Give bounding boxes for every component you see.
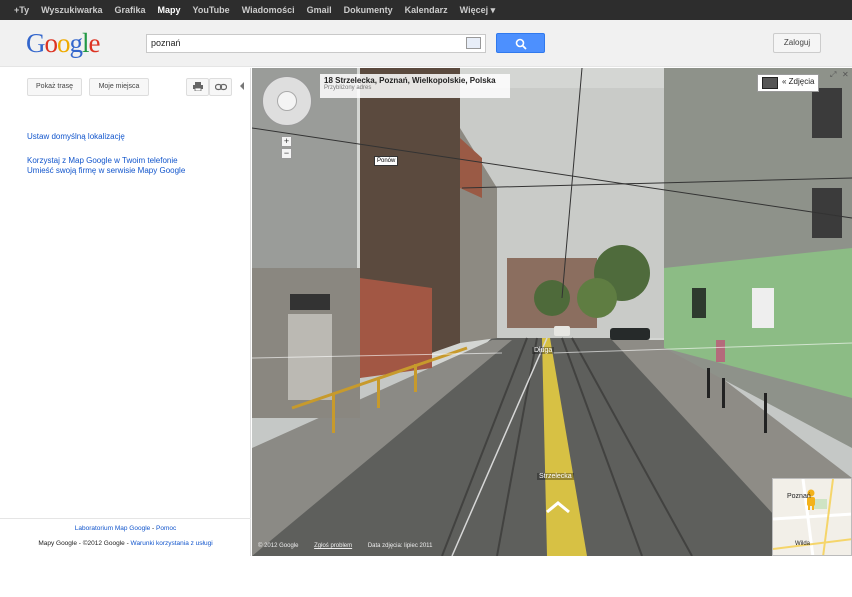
search-button[interactable] xyxy=(496,33,545,53)
street-label-near[interactable]: Strzelecka xyxy=(537,473,574,480)
google-logo[interactable]: Google xyxy=(26,28,100,59)
link-button[interactable] xyxy=(209,78,232,96)
logo-letter: o xyxy=(57,28,70,58)
top-nav-item[interactable]: Kalendarz xyxy=(405,5,448,15)
move-forward-arrow-icon[interactable] xyxy=(545,500,571,514)
photos-label: « Zdjęcia xyxy=(782,77,815,86)
copyright-text: © 2012 Google xyxy=(258,543,299,549)
panel-footer: Laboratorium Map Google - Pomoc Mapy Goo… xyxy=(0,518,251,547)
zoom-in-button[interactable]: + xyxy=(281,136,292,147)
mini-map-city-label: Poznań xyxy=(787,493,811,500)
search-input[interactable]: poznań xyxy=(146,34,486,53)
expand-icon[interactable]: ⤢ xyxy=(830,70,836,80)
photos-icon xyxy=(762,77,778,89)
print-icon xyxy=(192,82,203,92)
directions-button[interactable]: Pokaż trasę xyxy=(27,78,82,96)
print-button[interactable] xyxy=(186,78,209,96)
search-icon xyxy=(515,38,527,50)
street-view-panorama[interactable] xyxy=(252,68,852,556)
copyright-text: Mapy Google - ©2012 Google xyxy=(38,540,125,547)
top-nav-item[interactable]: Dokumenty xyxy=(344,5,393,15)
set-default-location-link[interactable]: Ustaw domyślną lokalizację xyxy=(27,132,125,141)
street-view-footer: © 2012 Google Zgłoś problem Data zdjęcia… xyxy=(258,543,446,549)
keyboard-icon[interactable] xyxy=(466,37,481,49)
lab-link[interactable]: Laboratorium Map Google xyxy=(75,525,151,532)
mobile-maps-link[interactable]: Korzystaj z Map Google w Twoim telefonie xyxy=(27,156,178,165)
header: Google poznań Zaloguj xyxy=(0,20,852,67)
left-panel: Pokaż trasę Moje miejsca Ustaw domyślną … xyxy=(0,68,251,556)
address-box: 18 Strzelecka, Poznań, Wielkopolskie, Po… xyxy=(320,74,510,98)
link-icon xyxy=(214,83,227,91)
help-link[interactable]: Pomoc xyxy=(156,525,176,532)
terms-link[interactable]: Warunki korzystania z usługi xyxy=(131,540,213,547)
image-date-text: Data zdjęcia: lipiec 2011 xyxy=(367,543,433,549)
logo-letter: G xyxy=(26,28,45,58)
add-business-link[interactable]: Umieść swoją firmę w serwisie Mapy Googl… xyxy=(27,166,185,175)
logo-letter: o xyxy=(44,28,58,58)
zoom-out-button[interactable]: − xyxy=(281,148,292,159)
report-problem-link[interactable]: Zgłoś problem xyxy=(314,543,352,549)
top-nav-item[interactable]: Wiadomości xyxy=(242,5,295,15)
login-button[interactable]: Zaloguj xyxy=(773,33,821,53)
street-view[interactable]: + − 18 Strzelecka, Poznań, Wielkopolskie… xyxy=(252,68,852,556)
logo-letter: g xyxy=(69,28,83,58)
pan-control[interactable] xyxy=(262,76,312,126)
top-nav-item[interactable]: +Ty xyxy=(14,5,29,15)
top-nav-item[interactable]: Grafika xyxy=(114,5,145,15)
collapse-panel-arrow[interactable] xyxy=(240,82,244,90)
top-nav-item[interactable]: Wyszukiwarka xyxy=(41,5,102,15)
top-nav-item[interactable]: Mapy xyxy=(158,5,181,15)
street-label-far[interactable]: Długa xyxy=(532,347,555,354)
mini-map-district-label: Wilda xyxy=(795,541,811,547)
address-subtext: Przybliżony adres xyxy=(324,85,372,91)
top-nav-item[interactable]: Więcej ▾ xyxy=(460,5,495,16)
top-nav-item[interactable]: YouTube xyxy=(193,5,230,15)
pan-control-center[interactable] xyxy=(277,91,297,111)
close-icon[interactable]: ✕ xyxy=(842,70,849,79)
photos-button[interactable]: « Zdjęcia xyxy=(757,74,819,92)
top-nav-bar: +Ty Wyszukiwarka Grafika Mapy YouTube Wiadomo… xyxy=(0,0,852,20)
my-places-button[interactable]: Moje miejsca xyxy=(89,78,149,96)
address-text: 18 Strzelecka, Poznań, Wielkopolskie, Po… xyxy=(324,76,496,85)
mini-map[interactable]: Poznań Wilda xyxy=(772,478,852,556)
logo-letter: e xyxy=(88,28,101,58)
tooltip: Ponów xyxy=(374,156,399,166)
top-nav-item[interactable]: Gmail xyxy=(307,5,332,15)
